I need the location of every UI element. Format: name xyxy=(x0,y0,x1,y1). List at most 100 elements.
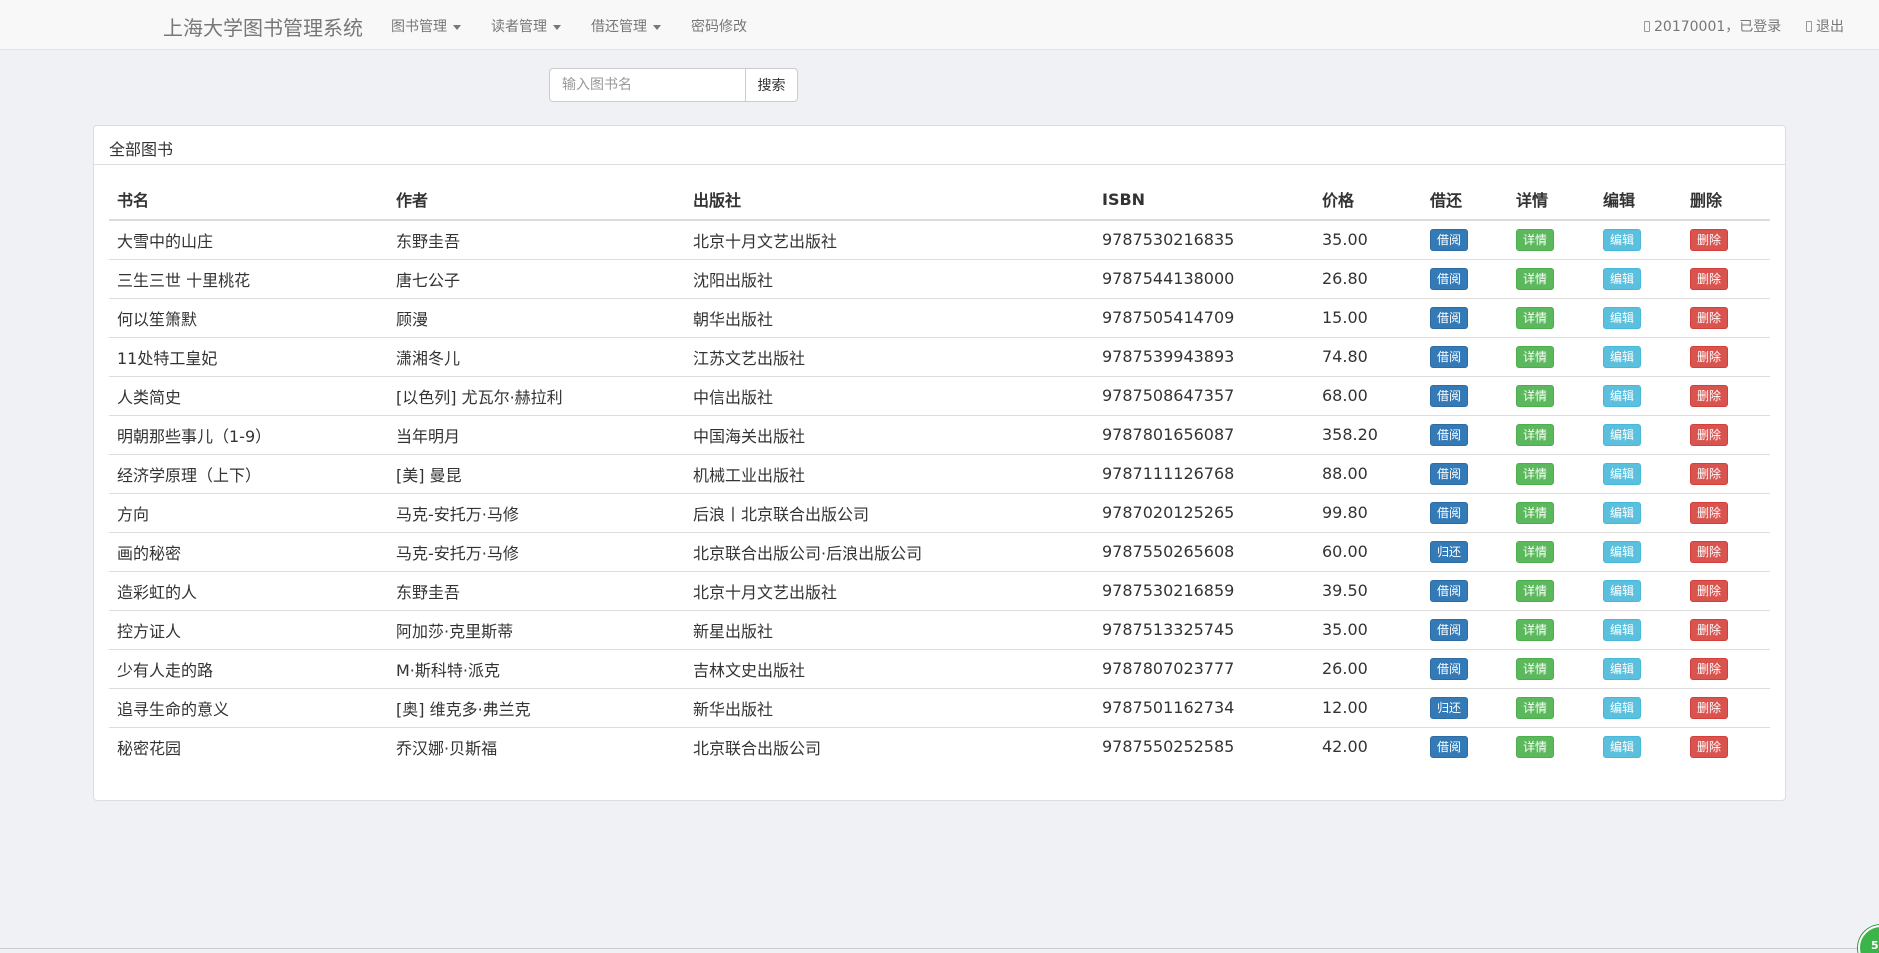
detail-button[interactable]: 详情 xyxy=(1516,423,1555,446)
borrow-button[interactable]: 借阅 xyxy=(1430,267,1469,290)
detail-button[interactable]: 详情 xyxy=(1516,384,1555,407)
user-status-link[interactable]: 20170001，已登录 xyxy=(1644,16,1781,36)
book-author-cell: 马克-安托万·马修 xyxy=(388,492,685,532)
header-isbn: ISBN xyxy=(1094,179,1314,221)
borrow-button[interactable]: 借阅 xyxy=(1430,423,1469,446)
logout-link[interactable]: 退出 xyxy=(1806,16,1844,36)
detail-button[interactable]: 详情 xyxy=(1516,735,1555,758)
delete-button[interactable]: 删除 xyxy=(1690,618,1729,641)
delete-button[interactable]: 删除 xyxy=(1690,735,1729,758)
delete-button[interactable]: 删除 xyxy=(1690,540,1729,563)
book-title-cell: 人类简史 xyxy=(109,375,388,415)
borrow-button[interactable]: 借阅 xyxy=(1430,306,1469,329)
borrow-button[interactable]: 借阅 xyxy=(1430,735,1469,758)
detail-button[interactable]: 详情 xyxy=(1516,540,1555,563)
detail-button[interactable]: 详情 xyxy=(1516,696,1555,719)
book-isbn-cell: 9787505414709 xyxy=(1094,297,1314,337)
nav-menu-reader-management[interactable]: 读者管理 xyxy=(491,16,561,36)
book-title-cell: 少有人走的路 xyxy=(109,648,388,688)
detail-button[interactable]: 详情 xyxy=(1516,345,1555,368)
action-cell: 删除 xyxy=(1682,297,1770,337)
borrow-button[interactable]: 借阅 xyxy=(1430,228,1469,251)
book-price-cell: 26.80 xyxy=(1314,258,1422,298)
return-button[interactable]: 归还 xyxy=(1430,696,1469,719)
book-isbn-cell: 9787801656087 xyxy=(1094,414,1314,454)
delete-button[interactable]: 删除 xyxy=(1690,696,1729,719)
edit-button[interactable]: 编辑 xyxy=(1603,618,1642,641)
edit-button[interactable]: 编辑 xyxy=(1603,306,1642,329)
edit-button[interactable]: 编辑 xyxy=(1603,540,1642,563)
book-search-input[interactable] xyxy=(549,68,745,102)
borrow-button[interactable]: 借阅 xyxy=(1430,579,1469,602)
edit-button[interactable]: 编辑 xyxy=(1603,657,1642,680)
detail-button[interactable]: 详情 xyxy=(1516,462,1555,485)
search-button[interactable]: 搜索 xyxy=(745,68,798,102)
book-title-cell: 经济学原理（上下） xyxy=(109,453,388,493)
nav-menu-book-management[interactable]: 图书管理 xyxy=(391,16,461,36)
book-publisher-cell: 江苏文艺出版社 xyxy=(685,336,1094,376)
detail-button[interactable]: 详情 xyxy=(1516,228,1555,251)
nav-menu-password-change[interactable]: 密码修改 xyxy=(691,16,747,36)
delete-button[interactable]: 删除 xyxy=(1690,657,1729,680)
delete-button[interactable]: 删除 xyxy=(1690,228,1729,251)
edit-button[interactable]: 编辑 xyxy=(1603,423,1642,446)
detail-button[interactable]: 详情 xyxy=(1516,657,1555,680)
borrow-button[interactable]: 借阅 xyxy=(1430,657,1469,680)
book-isbn-cell: 9787807023777 xyxy=(1094,648,1314,688)
edit-button[interactable]: 编辑 xyxy=(1603,579,1642,602)
edit-button[interactable]: 编辑 xyxy=(1603,228,1642,251)
action-cell: 编辑 xyxy=(1595,609,1682,649)
action-cell: 删除 xyxy=(1682,220,1770,259)
delete-button[interactable]: 删除 xyxy=(1690,267,1729,290)
book-title-cell: 追寻生命的意义 xyxy=(109,687,388,727)
edit-button[interactable]: 编辑 xyxy=(1603,267,1642,290)
action-cell: 删除 xyxy=(1682,687,1770,727)
header-delete: 删除 xyxy=(1682,179,1770,221)
borrow-button[interactable]: 借阅 xyxy=(1430,384,1469,407)
delete-button[interactable]: 删除 xyxy=(1690,462,1729,485)
edit-button[interactable]: 编辑 xyxy=(1603,384,1642,407)
delete-button[interactable]: 删除 xyxy=(1690,306,1729,329)
brand-title[interactable]: 上海大学图书管理系统 xyxy=(163,12,363,41)
detail-button[interactable]: 详情 xyxy=(1516,501,1555,524)
table-row: 何以笙箫默 顾漫 朝华出版社 9787505414709 15.00 借阅 详情 编辑 删除 xyxy=(109,297,1770,337)
action-cell: 借阅 xyxy=(1422,375,1508,415)
book-author-cell: M·斯科特·派克 xyxy=(388,648,685,688)
action-cell: 借阅 xyxy=(1422,492,1508,532)
book-author-cell: 当年明月 xyxy=(388,414,685,454)
borrow-button[interactable]: 借阅 xyxy=(1430,345,1469,368)
book-isbn-cell: 9787544138000 xyxy=(1094,258,1314,298)
edit-button[interactable]: 编辑 xyxy=(1603,462,1642,485)
edit-button[interactable]: 编辑 xyxy=(1603,501,1642,524)
borrow-button[interactable]: 借阅 xyxy=(1430,501,1469,524)
book-price-cell: 35.00 xyxy=(1314,609,1422,649)
action-cell: 编辑 xyxy=(1595,375,1682,415)
edit-button[interactable]: 编辑 xyxy=(1603,735,1642,758)
return-button[interactable]: 归还 xyxy=(1430,540,1469,563)
delete-button[interactable]: 删除 xyxy=(1690,579,1729,602)
book-title-cell: 造彩虹的人 xyxy=(109,570,388,610)
table-row: 方向 马克-安托万·马修 后浪丨北京联合出版公司 9787020125265 99.80… xyxy=(109,492,1770,532)
books-table: 书名 作者 出版社 ISBN 价格 借还 详情 编辑 删除 大雪中的山庄 东野圭吾… xyxy=(109,179,1770,766)
action-cell: 详情 xyxy=(1508,726,1595,766)
delete-button[interactable]: 删除 xyxy=(1690,345,1729,368)
book-title-cell: 何以笙箫默 xyxy=(109,297,388,337)
delete-button[interactable]: 删除 xyxy=(1690,384,1729,407)
borrow-button[interactable]: 借阅 xyxy=(1430,618,1469,641)
detail-button[interactable]: 详情 xyxy=(1516,579,1555,602)
delete-button[interactable]: 删除 xyxy=(1690,423,1729,446)
borrow-button[interactable]: 借阅 xyxy=(1430,462,1469,485)
detail-button[interactable]: 详情 xyxy=(1516,267,1555,290)
corner-widget[interactable]: 56 xyxy=(1858,925,1879,953)
edit-button[interactable]: 编辑 xyxy=(1603,345,1642,368)
action-cell: 编辑 xyxy=(1595,297,1682,337)
delete-button[interactable]: 删除 xyxy=(1690,501,1729,524)
book-author-cell: 阿加莎·克里斯蒂 xyxy=(388,609,685,649)
detail-button[interactable]: 详情 xyxy=(1516,306,1555,329)
book-isbn-cell: 9787513325745 xyxy=(1094,609,1314,649)
edit-button[interactable]: 编辑 xyxy=(1603,696,1642,719)
nav-menu-loan-management[interactable]: 借还管理 xyxy=(591,16,661,36)
book-title-cell: 画的秘密 xyxy=(109,531,388,571)
book-isbn-cell: 9787508647357 xyxy=(1094,375,1314,415)
detail-button[interactable]: 详情 xyxy=(1516,618,1555,641)
